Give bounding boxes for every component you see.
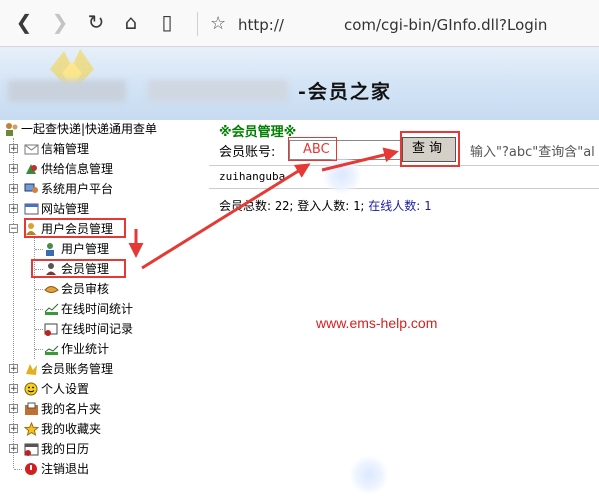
arrow-to-search [321, 147, 399, 172]
arrow-to-account [141, 163, 311, 270]
annotation-arrows [128, 147, 399, 270]
